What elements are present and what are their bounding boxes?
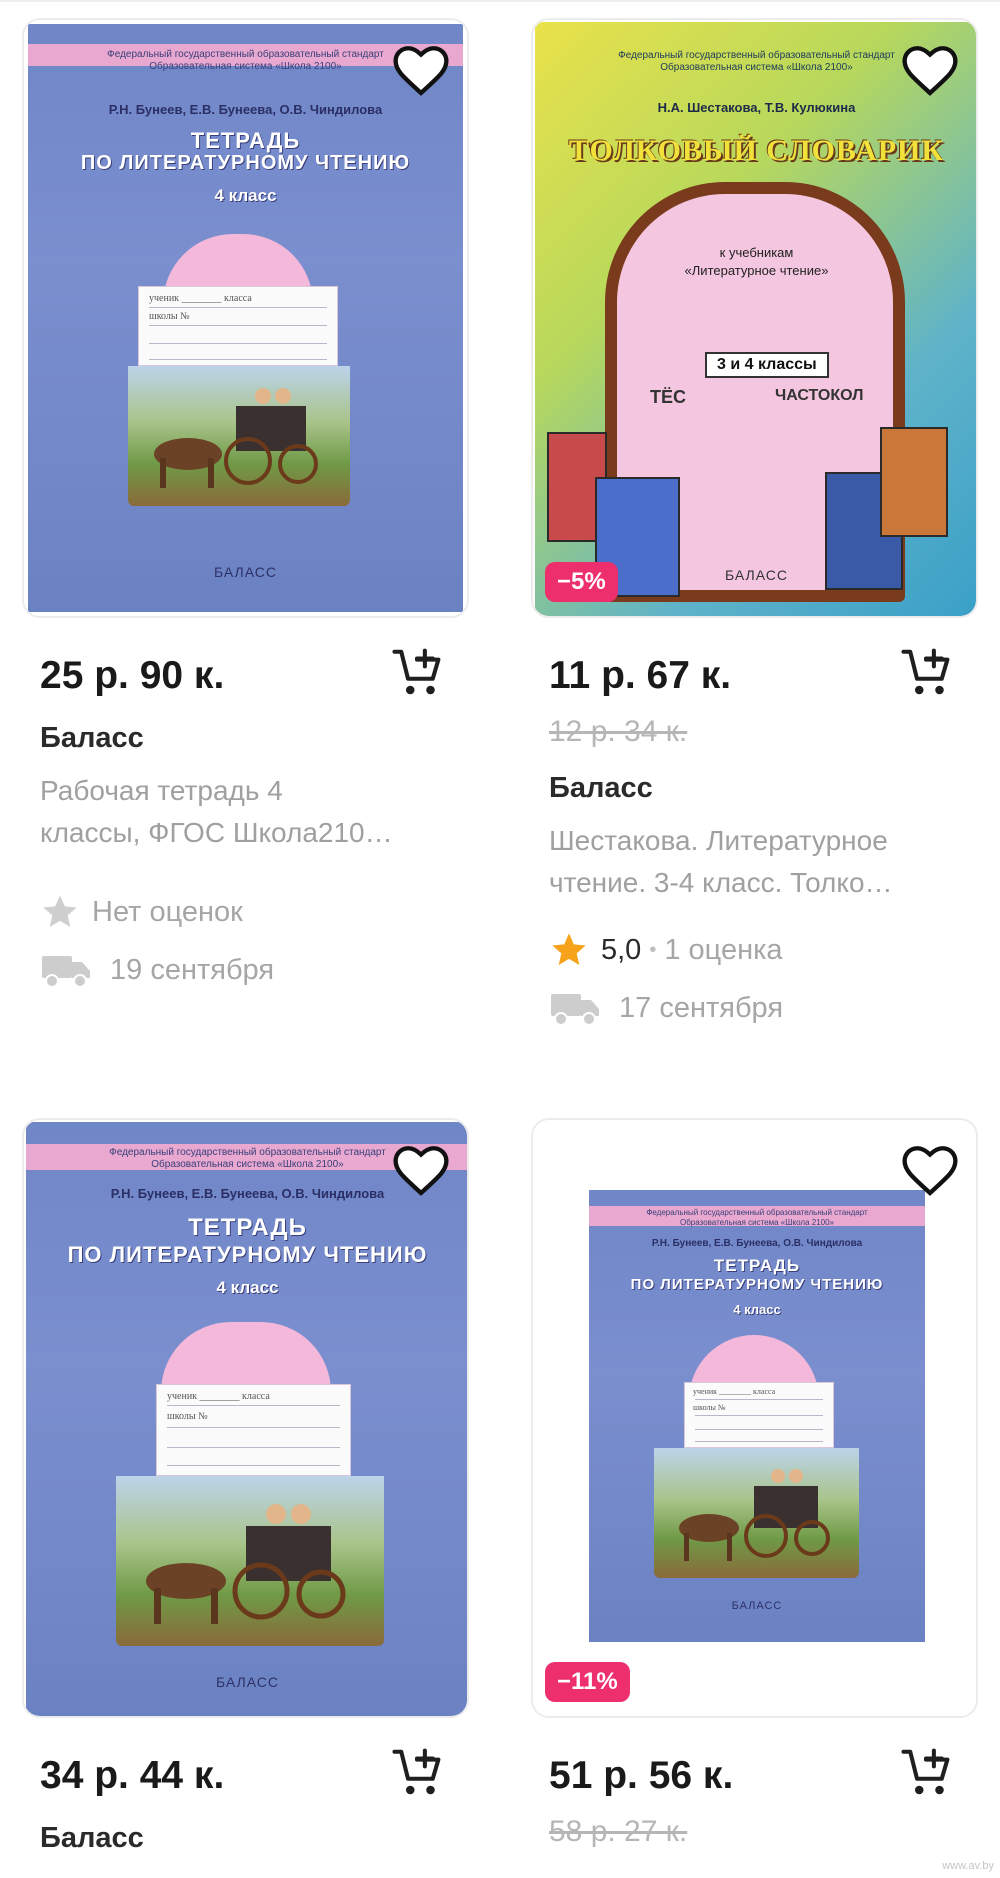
price-row: 34 р. 44 к. [22, 1718, 469, 1814]
cover-title-line2: ПО ЛИТЕРАТУРНОМУ ЧТЕНИЮ [80, 152, 411, 174]
cover-illustration [128, 366, 350, 506]
product-description[interactable]: Рабочая тетрадь 4 классы, ФГОС Школа210… [40, 770, 445, 854]
price-row: 25 р. 90 к. [22, 618, 469, 714]
price: 11 р. 67 к. [549, 654, 732, 697]
cover-word-2: ЧАСТОКОЛ [775, 387, 864, 404]
cover-illustration [654, 1448, 859, 1578]
add-to-cart-icon [392, 1748, 441, 1795]
add-to-cart-button[interactable] [387, 642, 447, 702]
favorite-button[interactable] [898, 1138, 962, 1202]
cover-name-plate: ученик ________ класса школы № [684, 1382, 834, 1448]
product-card[interactable]: Федеральный государственный образователь… [22, 1118, 469, 1862]
product-image[interactable]: Федеральный государственный образователь… [531, 1118, 978, 1718]
brand-name[interactable]: Баласс [549, 768, 978, 812]
rating: 5,0 • 1 оценка [549, 928, 978, 972]
add-to-cart-icon [901, 648, 950, 695]
price: 25 р. 90 к. [40, 654, 225, 697]
add-to-cart-button[interactable] [896, 1742, 956, 1802]
rating: Нет оценок [40, 890, 469, 934]
star-orange-icon [552, 933, 586, 965]
delivery-date: 19 сентября [110, 953, 275, 986]
discount-badge: −5% [545, 562, 618, 602]
product-description[interactable]: Шестакова. Литературное чтение. 3-4 клас… [549, 820, 954, 904]
cover-title-line1: ТЕТРАДЬ [190, 128, 301, 153]
favorite-button[interactable] [898, 38, 962, 102]
add-to-cart-button[interactable] [387, 1742, 447, 1802]
cover-title-line1: ТЕТРАДЬ [188, 1214, 307, 1241]
product-image[interactable]: Федеральный государственный образователь… [22, 1118, 469, 1718]
cover-grade: 4 класс [214, 186, 277, 205]
heart-outline-icon [902, 1146, 958, 1196]
book-cover: Федеральный государственный образователь… [589, 1190, 925, 1642]
product-image[interactable]: Федеральный государственный образователь… [531, 18, 978, 618]
product-card[interactable]: Федеральный государственный образователь… [22, 18, 469, 992]
star-gray-icon [43, 895, 77, 927]
old-price: 58 р. 27 к. [549, 1815, 688, 1848]
cover-name-plate: ученик ________ класса школы № [138, 286, 338, 366]
book-cover: Федеральный государственный образователь… [26, 1122, 467, 1716]
price-row: 11 р. 67 к. [531, 618, 978, 714]
cover-subtitle: к учебникам «Литературное чтение» [684, 245, 829, 278]
product-card[interactable]: Федеральный государственный образователь… [531, 1118, 978, 1864]
cover-publisher: БАЛАСС [216, 1674, 279, 1690]
cover-word-1: ТЁС [650, 387, 687, 407]
add-to-cart-icon [901, 1748, 950, 1795]
rating-text: Нет оценок [92, 895, 243, 928]
cover-authors: Р.Н. Бунеев, Е.В. Бунеева, О.В. Чиндилов… [651, 1238, 863, 1249]
price-row: 51 р. 56 к. [531, 1718, 978, 1814]
product-grid-page: Федеральный государственный образователь… [0, 0, 1000, 1878]
cover-grade: 4 класс [733, 1302, 781, 1317]
cover-grade: 4 класс [216, 1278, 279, 1297]
cover-illustration [116, 1476, 384, 1646]
delivery-info: 19 сентября [40, 948, 469, 992]
cover-authors: Н.А. Шестакова, Т.В. Кулюкина [657, 100, 856, 115]
brand-name[interactable]: Баласс [40, 718, 469, 762]
rating-value: 5,0 [601, 933, 642, 966]
old-price: 12 р. 34 к. [549, 715, 688, 748]
price: 34 р. 44 к. [40, 1754, 225, 1797]
heart-outline-icon [393, 46, 449, 96]
add-to-cart-icon [392, 648, 441, 695]
brand-name[interactable]: Баласс [40, 1818, 469, 1862]
cover-authors: Р.Н. Бунеев, Е.В. Бунеева, О.В. Чиндилов… [108, 102, 383, 117]
truck-icon [551, 994, 599, 1026]
cover-standard-text: Федеральный государственный образователь… [646, 1208, 868, 1227]
rating-count[interactable]: 1 оценка [664, 934, 782, 967]
top-divider [0, 0, 1000, 2]
discount-badge: −11% [545, 1662, 630, 1702]
product-card[interactable]: Федеральный государственный образователь… [531, 18, 978, 1030]
cover-name-plate: ученик ________ класса школы № [156, 1384, 351, 1476]
heart-outline-icon [393, 1146, 449, 1196]
delivery-info: 17 сентября [549, 986, 978, 1030]
cover-title-line2: ПО ЛИТЕРАТУРНОМУ ЧТЕНИЮ [630, 1276, 884, 1293]
book-cover: Федеральный государственный образователь… [535, 22, 976, 616]
cover-publisher: БАЛАСС [731, 1600, 783, 1612]
product-image[interactable]: Федеральный государственный образователь… [22, 18, 469, 618]
watermark: www.av.by [942, 1860, 994, 1872]
rating-separator: • [649, 938, 657, 961]
cover-title-line1: ТЕТРАДЬ [713, 1256, 801, 1275]
cover-grade-tag: 3 и 4 классы [705, 352, 829, 378]
add-to-cart-button[interactable] [896, 642, 956, 702]
truck-icon [42, 956, 90, 988]
heart-outline-icon [902, 46, 958, 96]
cover-publisher: БАЛАСС [214, 564, 277, 580]
cover-title-line2: ПО ЛИТЕРАТУРНОМУ ЧТЕНИЮ [67, 1242, 428, 1267]
delivery-date: 17 сентября [619, 991, 784, 1024]
favorite-button[interactable] [389, 1138, 453, 1202]
cover-title: ТОЛКОВЫЙ СЛОВАРИК [568, 134, 945, 167]
book-cover: Федеральный государственный образователь… [28, 24, 463, 612]
price: 51 р. 56 к. [549, 1754, 734, 1797]
favorite-button[interactable] [389, 38, 453, 102]
cover-mini-book [880, 427, 948, 537]
